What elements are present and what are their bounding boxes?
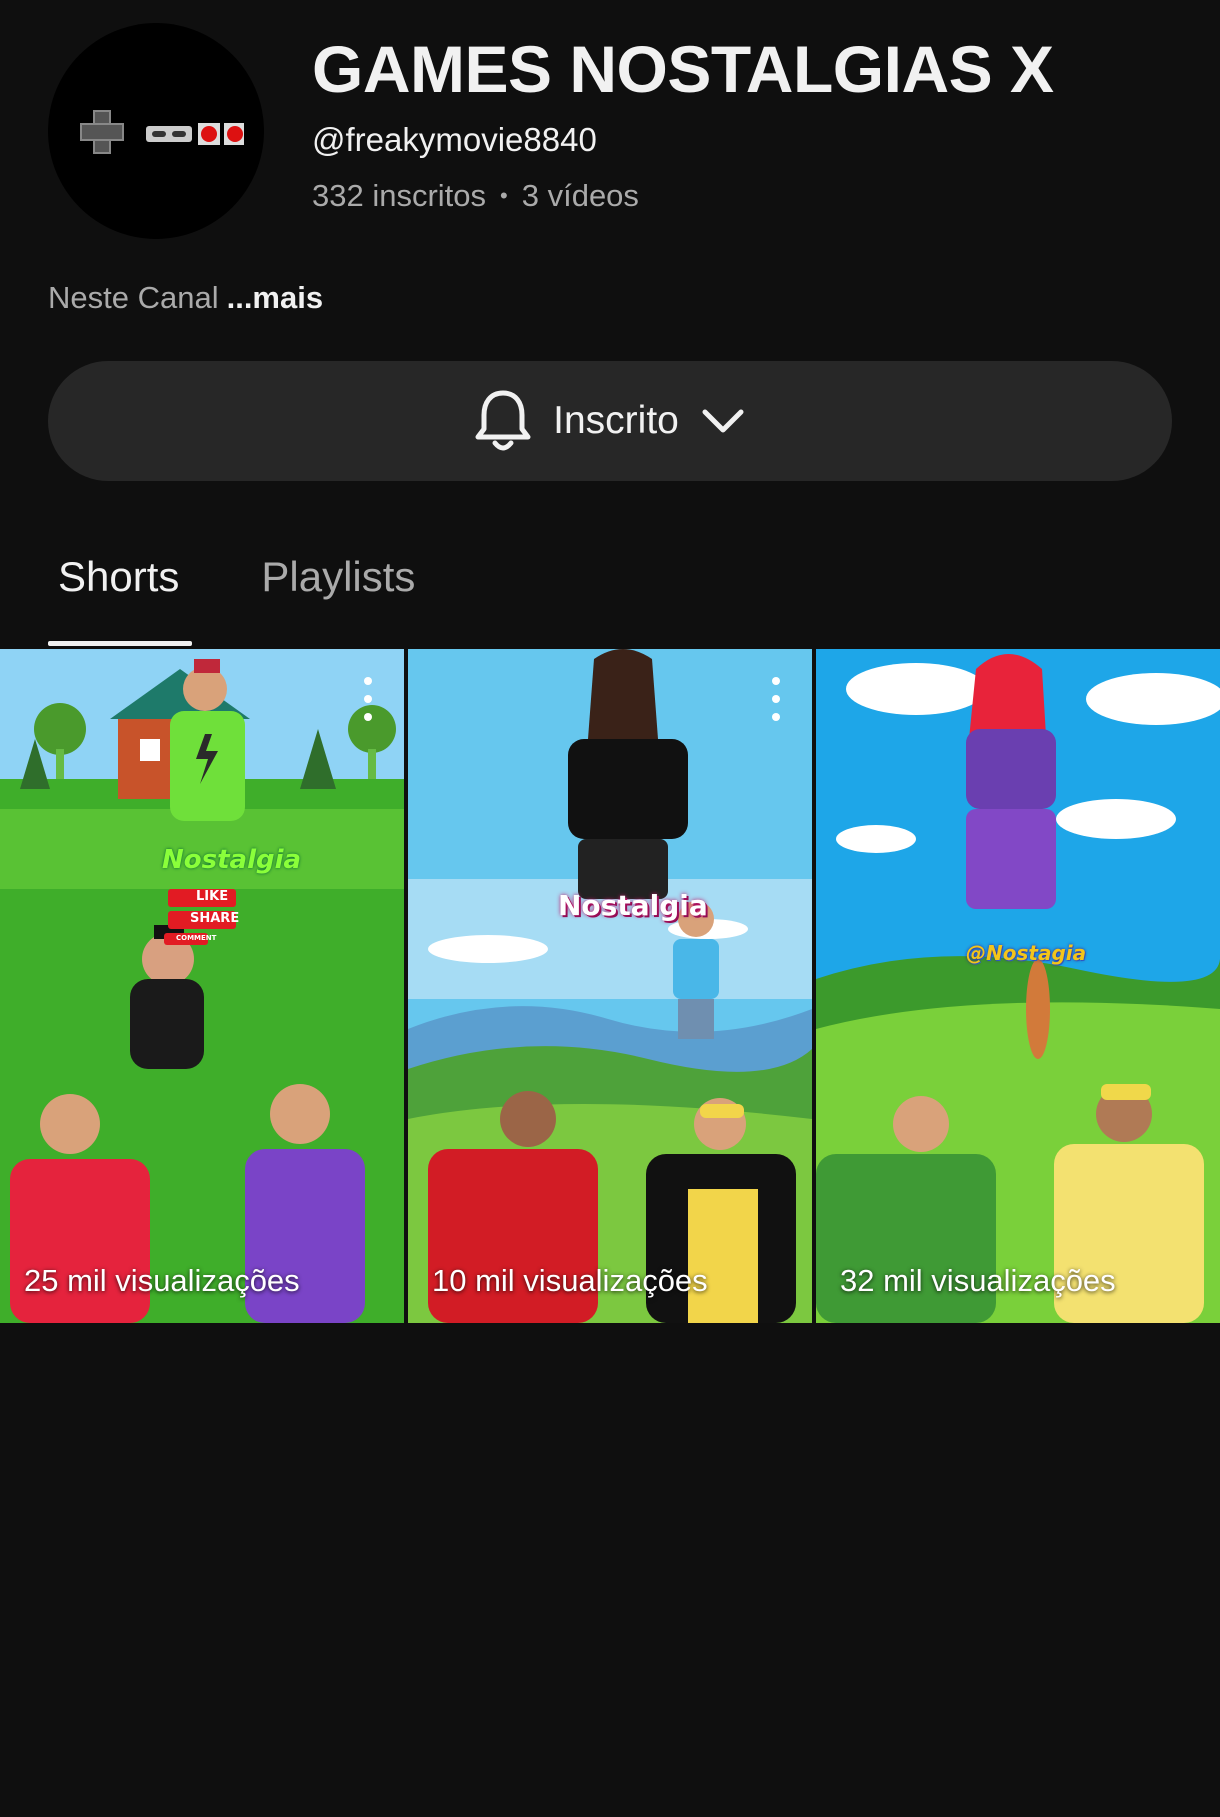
short-overlay-title: @Nostagia	[966, 941, 1087, 965]
comment-label: COMMENT	[176, 934, 217, 942]
more-options-icon[interactable]	[768, 677, 784, 721]
more-options-icon[interactable]	[360, 677, 376, 721]
short-card[interactable]: @Nostagia 32 mil visualizações	[816, 649, 1220, 1323]
short-thumbnail	[408, 649, 812, 1323]
more-link[interactable]: ...mais	[227, 280, 324, 315]
shorts-grid: Nostalgia LIKE SHARE COMMENT 25 mil visu…	[0, 649, 1220, 1323]
channel-title: GAMES NOSTALGIAS X	[312, 32, 1054, 106]
share-label: SHARE	[190, 911, 240, 926]
short-thumbnail	[0, 649, 404, 1323]
tab-shorts[interactable]: Shorts	[48, 545, 189, 609]
short-view-count: 25 mil visualizações	[24, 1263, 300, 1298]
short-card[interactable]: Nostalgia LIKE SHARE COMMENT 25 mil visu…	[0, 649, 404, 1323]
channel-avatar[interactable]	[48, 23, 264, 239]
channel-handle: @freakymovie8840	[312, 121, 597, 158]
short-card[interactable]: Nostalgia 10 mil visualizações	[408, 649, 812, 1323]
active-tab-indicator	[48, 641, 192, 646]
more-options-icon[interactable]	[1176, 677, 1192, 721]
stats-separator: •	[500, 183, 508, 208]
like-label: LIKE	[196, 889, 229, 904]
description-text: Neste Canal	[48, 280, 219, 315]
subscriber-count: 332 inscritos	[312, 178, 487, 213]
chevron-down-icon	[702, 409, 744, 433]
bell-icon	[475, 390, 531, 451]
channel-stats: 332 inscritos • 3 vídeos	[312, 176, 639, 216]
subscribed-button[interactable]: Inscrito	[48, 361, 1172, 481]
short-view-count: 10 mil visualizações	[432, 1263, 708, 1298]
short-view-count: 32 mil visualizações	[840, 1263, 1116, 1298]
short-overlay-title: Nostalgia	[162, 845, 302, 875]
video-count: 3 vídeos	[521, 178, 639, 213]
channel-description[interactable]: Neste Canal ...mais	[48, 278, 323, 318]
subscribed-label: Inscrito	[553, 399, 679, 442]
tab-playlists[interactable]: Playlists	[251, 545, 425, 609]
short-overlay-title: Nostalgia	[558, 889, 708, 922]
gamepad-icon	[80, 110, 244, 154]
channel-tabs: Shorts Playlists	[48, 545, 425, 609]
short-thumbnail	[816, 649, 1220, 1323]
